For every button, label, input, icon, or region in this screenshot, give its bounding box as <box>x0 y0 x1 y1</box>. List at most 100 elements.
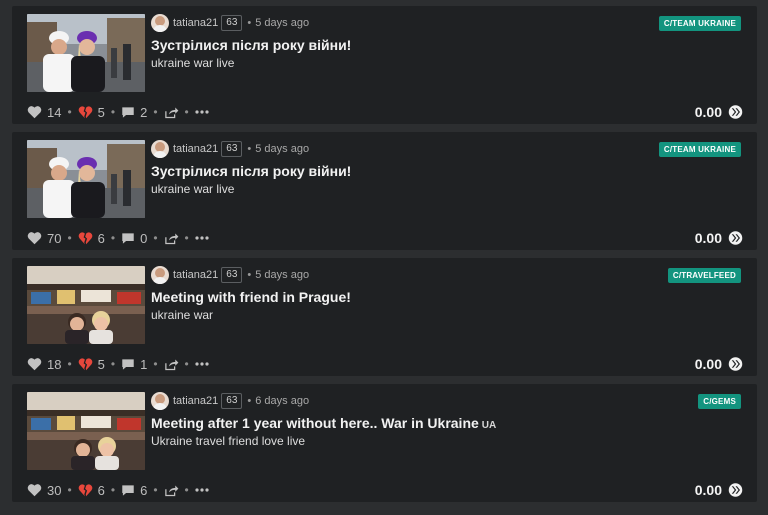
community-badge[interactable]: C/GEMS <box>698 394 741 409</box>
action-separator: • <box>153 357 158 371</box>
payout[interactable]: 0.00 <box>695 355 743 373</box>
reputation-badge: 63 <box>221 267 243 283</box>
payout[interactable]: 0.00 <box>695 103 743 121</box>
community-badge[interactable]: C/TRAVELFEED <box>667 268 741 283</box>
upvote-count[interactable]: 14 <box>47 105 61 120</box>
action-separator: • <box>153 231 158 245</box>
meta-separator: • <box>247 17 252 29</box>
author-name[interactable]: tatiana21 <box>173 269 218 281</box>
post-time[interactable]: 5 days ago <box>255 269 309 281</box>
hive-logo-icon <box>728 483 743 497</box>
author-name[interactable]: tatiana21 <box>173 143 218 155</box>
post-thumbnail[interactable] <box>27 266 145 344</box>
action-separator: • <box>184 231 189 245</box>
more-options-icon[interactable] <box>195 487 209 493</box>
post-title-text[interactable]: Meeting with friend in Prague! <box>151 289 351 305</box>
downvote-count[interactable]: 6 <box>98 231 105 246</box>
meta-separator: • <box>247 269 252 281</box>
share-icon[interactable] <box>164 358 179 371</box>
share-icon[interactable] <box>164 232 179 245</box>
post-title-text[interactable]: Зустрілися після року війни! <box>151 37 351 53</box>
comment-icon[interactable] <box>121 232 135 245</box>
downvote-broken-heart-icon[interactable] <box>78 483 93 497</box>
payout-value[interactable]: 0.00 <box>695 230 722 246</box>
action-separator: • <box>110 231 116 245</box>
share-icon[interactable] <box>164 106 179 119</box>
post-summary[interactable]: ukraine war <box>151 308 213 322</box>
action-separator: • <box>67 231 72 245</box>
downvote-count[interactable]: 5 <box>98 105 105 120</box>
post-meta: tatiana21 63 • 5 days ago <box>151 140 309 158</box>
reputation-badge: 63 <box>221 141 243 157</box>
meta-separator: • <box>247 143 252 155</box>
more-options-icon[interactable] <box>195 235 209 241</box>
post-summary[interactable]: Ukraine travel friend love live <box>151 434 305 448</box>
payout-value[interactable]: 0.00 <box>695 482 722 498</box>
action-separator: • <box>153 483 158 497</box>
post-meta: tatiana21 63 • 6 days ago <box>151 392 309 410</box>
upvote-heart-icon[interactable] <box>27 357 42 371</box>
post-thumbnail[interactable] <box>27 140 145 218</box>
community-badge[interactable]: C/TEAM UKRAINE <box>658 142 741 157</box>
post-title[interactable]: Зустрілися після року війни! <box>151 37 354 53</box>
downvote-broken-heart-icon[interactable] <box>78 105 93 119</box>
downvote-broken-heart-icon[interactable] <box>78 357 93 371</box>
downvote-broken-heart-icon[interactable] <box>78 231 93 245</box>
post-meta: tatiana21 63 • 5 days ago <box>151 14 309 32</box>
comment-icon[interactable] <box>121 106 135 119</box>
upvote-count[interactable]: 18 <box>47 357 61 372</box>
payout-value[interactable]: 0.00 <box>695 104 722 120</box>
post-thumbnail[interactable] <box>27 392 145 470</box>
payout-value[interactable]: 0.00 <box>695 356 722 372</box>
upvote-heart-icon[interactable] <box>27 483 42 497</box>
action-separator: • <box>67 357 72 371</box>
reputation-badge: 63 <box>221 15 243 31</box>
author-name[interactable]: tatiana21 <box>173 395 218 407</box>
post-actions: 14 • 5 • 2 • • <box>27 103 209 121</box>
post-card[interactable]: tatiana21 63 • 5 days ago C/TEAM UKRAINE… <box>12 6 757 124</box>
hive-logo-icon <box>728 231 743 245</box>
author-avatar[interactable] <box>151 14 169 32</box>
share-icon[interactable] <box>164 484 179 497</box>
language-badge: UA <box>481 420 497 431</box>
post-summary[interactable]: ukraine war live <box>151 56 234 70</box>
post-card[interactable]: tatiana21 63 • 5 days ago C/TEAM UKRAINE… <box>12 132 757 250</box>
post-time[interactable]: 6 days ago <box>255 395 309 407</box>
upvote-heart-icon[interactable] <box>27 231 42 245</box>
more-options-icon[interactable] <box>195 109 209 115</box>
upvote-count[interactable]: 30 <box>47 483 61 498</box>
comment-icon[interactable] <box>121 358 135 371</box>
upvote-heart-icon[interactable] <box>27 105 42 119</box>
comment-count[interactable]: 0 <box>140 231 147 246</box>
post-title[interactable]: Зустрілися після року війни! <box>151 163 354 179</box>
downvote-count[interactable]: 5 <box>98 357 105 372</box>
payout[interactable]: 0.00 <box>695 229 743 247</box>
hive-logo-icon <box>728 357 743 371</box>
post-card[interactable]: tatiana21 63 • 6 days ago C/GEMS Meeting… <box>12 384 757 502</box>
post-time[interactable]: 5 days ago <box>255 143 309 155</box>
action-separator: • <box>153 105 158 119</box>
post-title[interactable]: Meeting with friend in Prague! <box>151 289 354 305</box>
payout[interactable]: 0.00 <box>695 481 743 499</box>
author-avatar[interactable] <box>151 392 169 410</box>
post-title-text[interactable]: Meeting after 1 year without here.. War … <box>151 415 479 431</box>
author-name[interactable]: tatiana21 <box>173 17 218 29</box>
post-thumbnail[interactable] <box>27 14 145 92</box>
author-avatar[interactable] <box>151 140 169 158</box>
community-badge[interactable]: C/TEAM UKRAINE <box>658 16 741 31</box>
post-time[interactable]: 5 days ago <box>255 17 309 29</box>
more-options-icon[interactable] <box>195 361 209 367</box>
action-separator: • <box>67 105 72 119</box>
upvote-count[interactable]: 70 <box>47 231 61 246</box>
action-separator: • <box>110 105 116 119</box>
comment-count[interactable]: 6 <box>140 483 147 498</box>
author-avatar[interactable] <box>151 266 169 284</box>
post-title-text[interactable]: Зустрілися після року війни! <box>151 163 351 179</box>
post-card[interactable]: tatiana21 63 • 5 days ago C/TRAVELFEED M… <box>12 258 757 376</box>
post-summary[interactable]: ukraine war live <box>151 182 234 196</box>
comment-icon[interactable] <box>121 484 135 497</box>
comment-count[interactable]: 1 <box>140 357 147 372</box>
post-title[interactable]: Meeting after 1 year without here.. War … <box>151 415 496 431</box>
comment-count[interactable]: 2 <box>140 105 147 120</box>
downvote-count[interactable]: 6 <box>98 483 105 498</box>
